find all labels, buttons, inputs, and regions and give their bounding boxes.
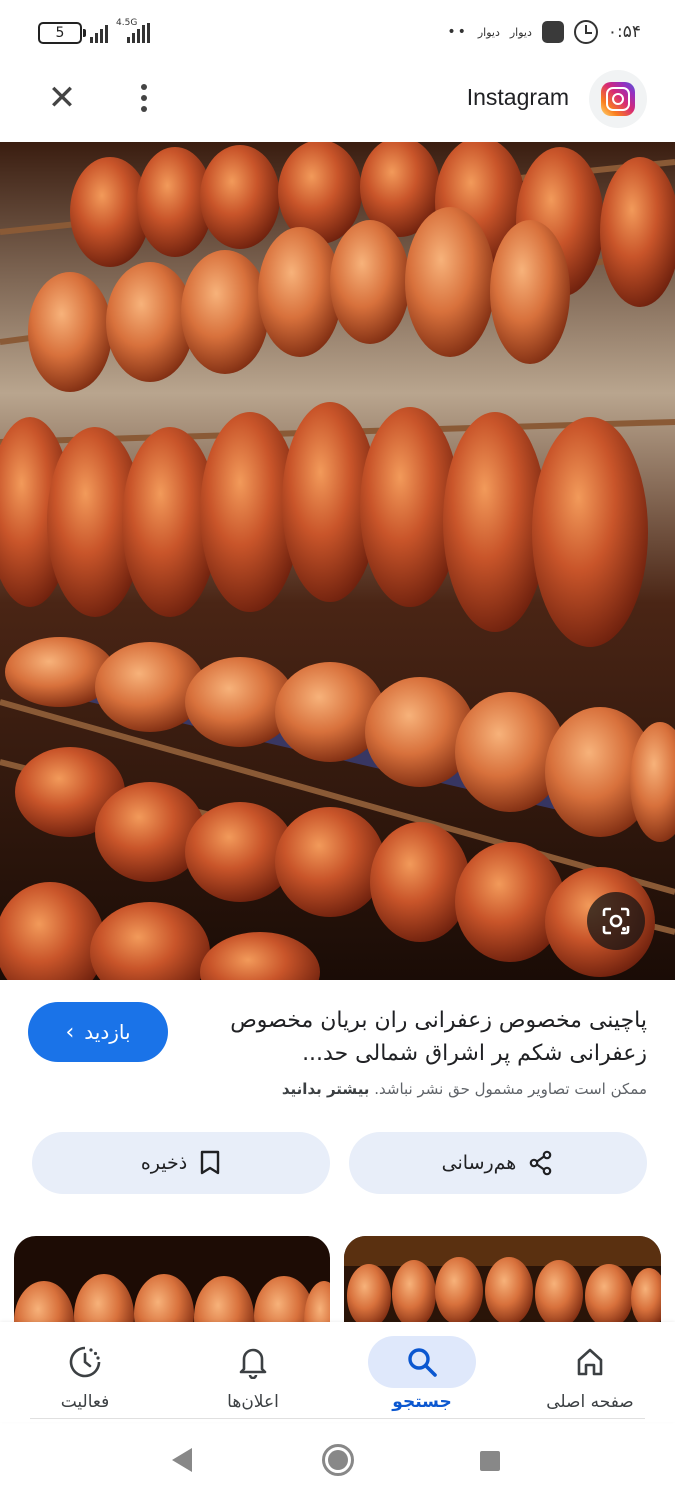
bookmark-icon xyxy=(201,1150,220,1175)
share-label: هم‌رسانی xyxy=(441,1152,517,1174)
image-result-page: 5 4.5G •• دیوار دیوار ۰:۵۴ ✕ Instagram ب… xyxy=(0,0,675,1500)
nav-divider xyxy=(30,1418,645,1419)
search-icon xyxy=(368,1336,476,1388)
nav-home-label: صفحه اصلی xyxy=(546,1392,634,1412)
instagram-logo-icon xyxy=(601,82,635,116)
visit-button[interactable]: بازدید › xyxy=(28,1002,168,1062)
related-chicken-photo xyxy=(344,1236,661,1336)
nav-search-label: جستجو xyxy=(392,1392,452,1412)
notification-app-label: دیوار xyxy=(509,25,532,39)
close-icon[interactable]: ✕ xyxy=(44,80,80,116)
more-vert-icon[interactable] xyxy=(128,80,160,116)
app-notification-icon xyxy=(541,21,564,43)
result-image[interactable] xyxy=(0,142,675,980)
grilled-chicken-photo xyxy=(0,142,675,980)
share-icon xyxy=(530,1150,552,1176)
recents-icon[interactable] xyxy=(480,1451,500,1471)
related-image[interactable] xyxy=(14,1236,330,1336)
notification-dots: •• xyxy=(447,24,468,40)
learn-more-link[interactable]: بیشتر بدانید xyxy=(282,1080,370,1098)
site-favicon[interactable] xyxy=(589,70,647,128)
nav-activity-label: فعالیت xyxy=(60,1392,110,1412)
back-icon[interactable] xyxy=(172,1448,192,1472)
viewer-header: ✕ Instagram xyxy=(0,68,675,142)
lens-search-icon[interactable] xyxy=(587,892,645,950)
copyright-notice: ممکن است تصاویر مشمول حق نشر نباشد. بیشت… xyxy=(47,1080,647,1098)
result-title[interactable]: پاچینی مخصوص زعفرانی ران بریان مخصوص زعف… xyxy=(197,1004,647,1070)
site-name[interactable]: Instagram xyxy=(467,84,569,111)
nav-search[interactable]: جستجو xyxy=(337,1322,507,1422)
network-type: 4.5G xyxy=(116,18,138,28)
activity-icon xyxy=(31,1336,139,1388)
alarm-icon xyxy=(573,20,598,44)
notification-app-label: دیوار xyxy=(477,25,500,39)
nav-activity[interactable]: فعالیت xyxy=(0,1322,170,1422)
home-button-icon[interactable] xyxy=(322,1444,354,1476)
status-bar: 5 4.5G •• دیوار دیوار ۰:۵۴ xyxy=(0,0,675,68)
copyright-text: ممکن است تصاویر مشمول حق نشر نباشد. xyxy=(374,1080,647,1098)
nav-home[interactable]: صفحه اصلی xyxy=(505,1322,675,1422)
share-button[interactable]: هم‌رسانی xyxy=(349,1132,647,1194)
related-chicken-photo xyxy=(14,1236,330,1336)
bell-icon xyxy=(199,1336,307,1388)
status-left: 5 4.5G xyxy=(38,18,151,44)
visit-label: بازدید xyxy=(84,1020,131,1044)
chevron-right-icon: › xyxy=(65,1019,75,1045)
status-right: •• دیوار دیوار ۰:۵۴ xyxy=(447,20,641,44)
battery-icon: 5 xyxy=(38,22,86,44)
battery-level: 5 xyxy=(55,25,65,41)
nav-notifications[interactable]: اعلان‌ها xyxy=(168,1322,338,1422)
save-label: ذخیره xyxy=(140,1152,188,1174)
system-navigation-bar xyxy=(0,1424,675,1500)
bottom-navigation: صفحه اصلی جستجو اعلان‌ها فعالیت xyxy=(0,1322,675,1422)
nav-notifications-label: اعلان‌ها xyxy=(227,1392,279,1412)
signal-icon xyxy=(90,23,108,43)
home-icon xyxy=(536,1336,644,1388)
related-image[interactable] xyxy=(344,1236,661,1336)
save-button[interactable]: ذخیره xyxy=(32,1132,330,1194)
clock: ۰:۵۴ xyxy=(607,22,641,42)
